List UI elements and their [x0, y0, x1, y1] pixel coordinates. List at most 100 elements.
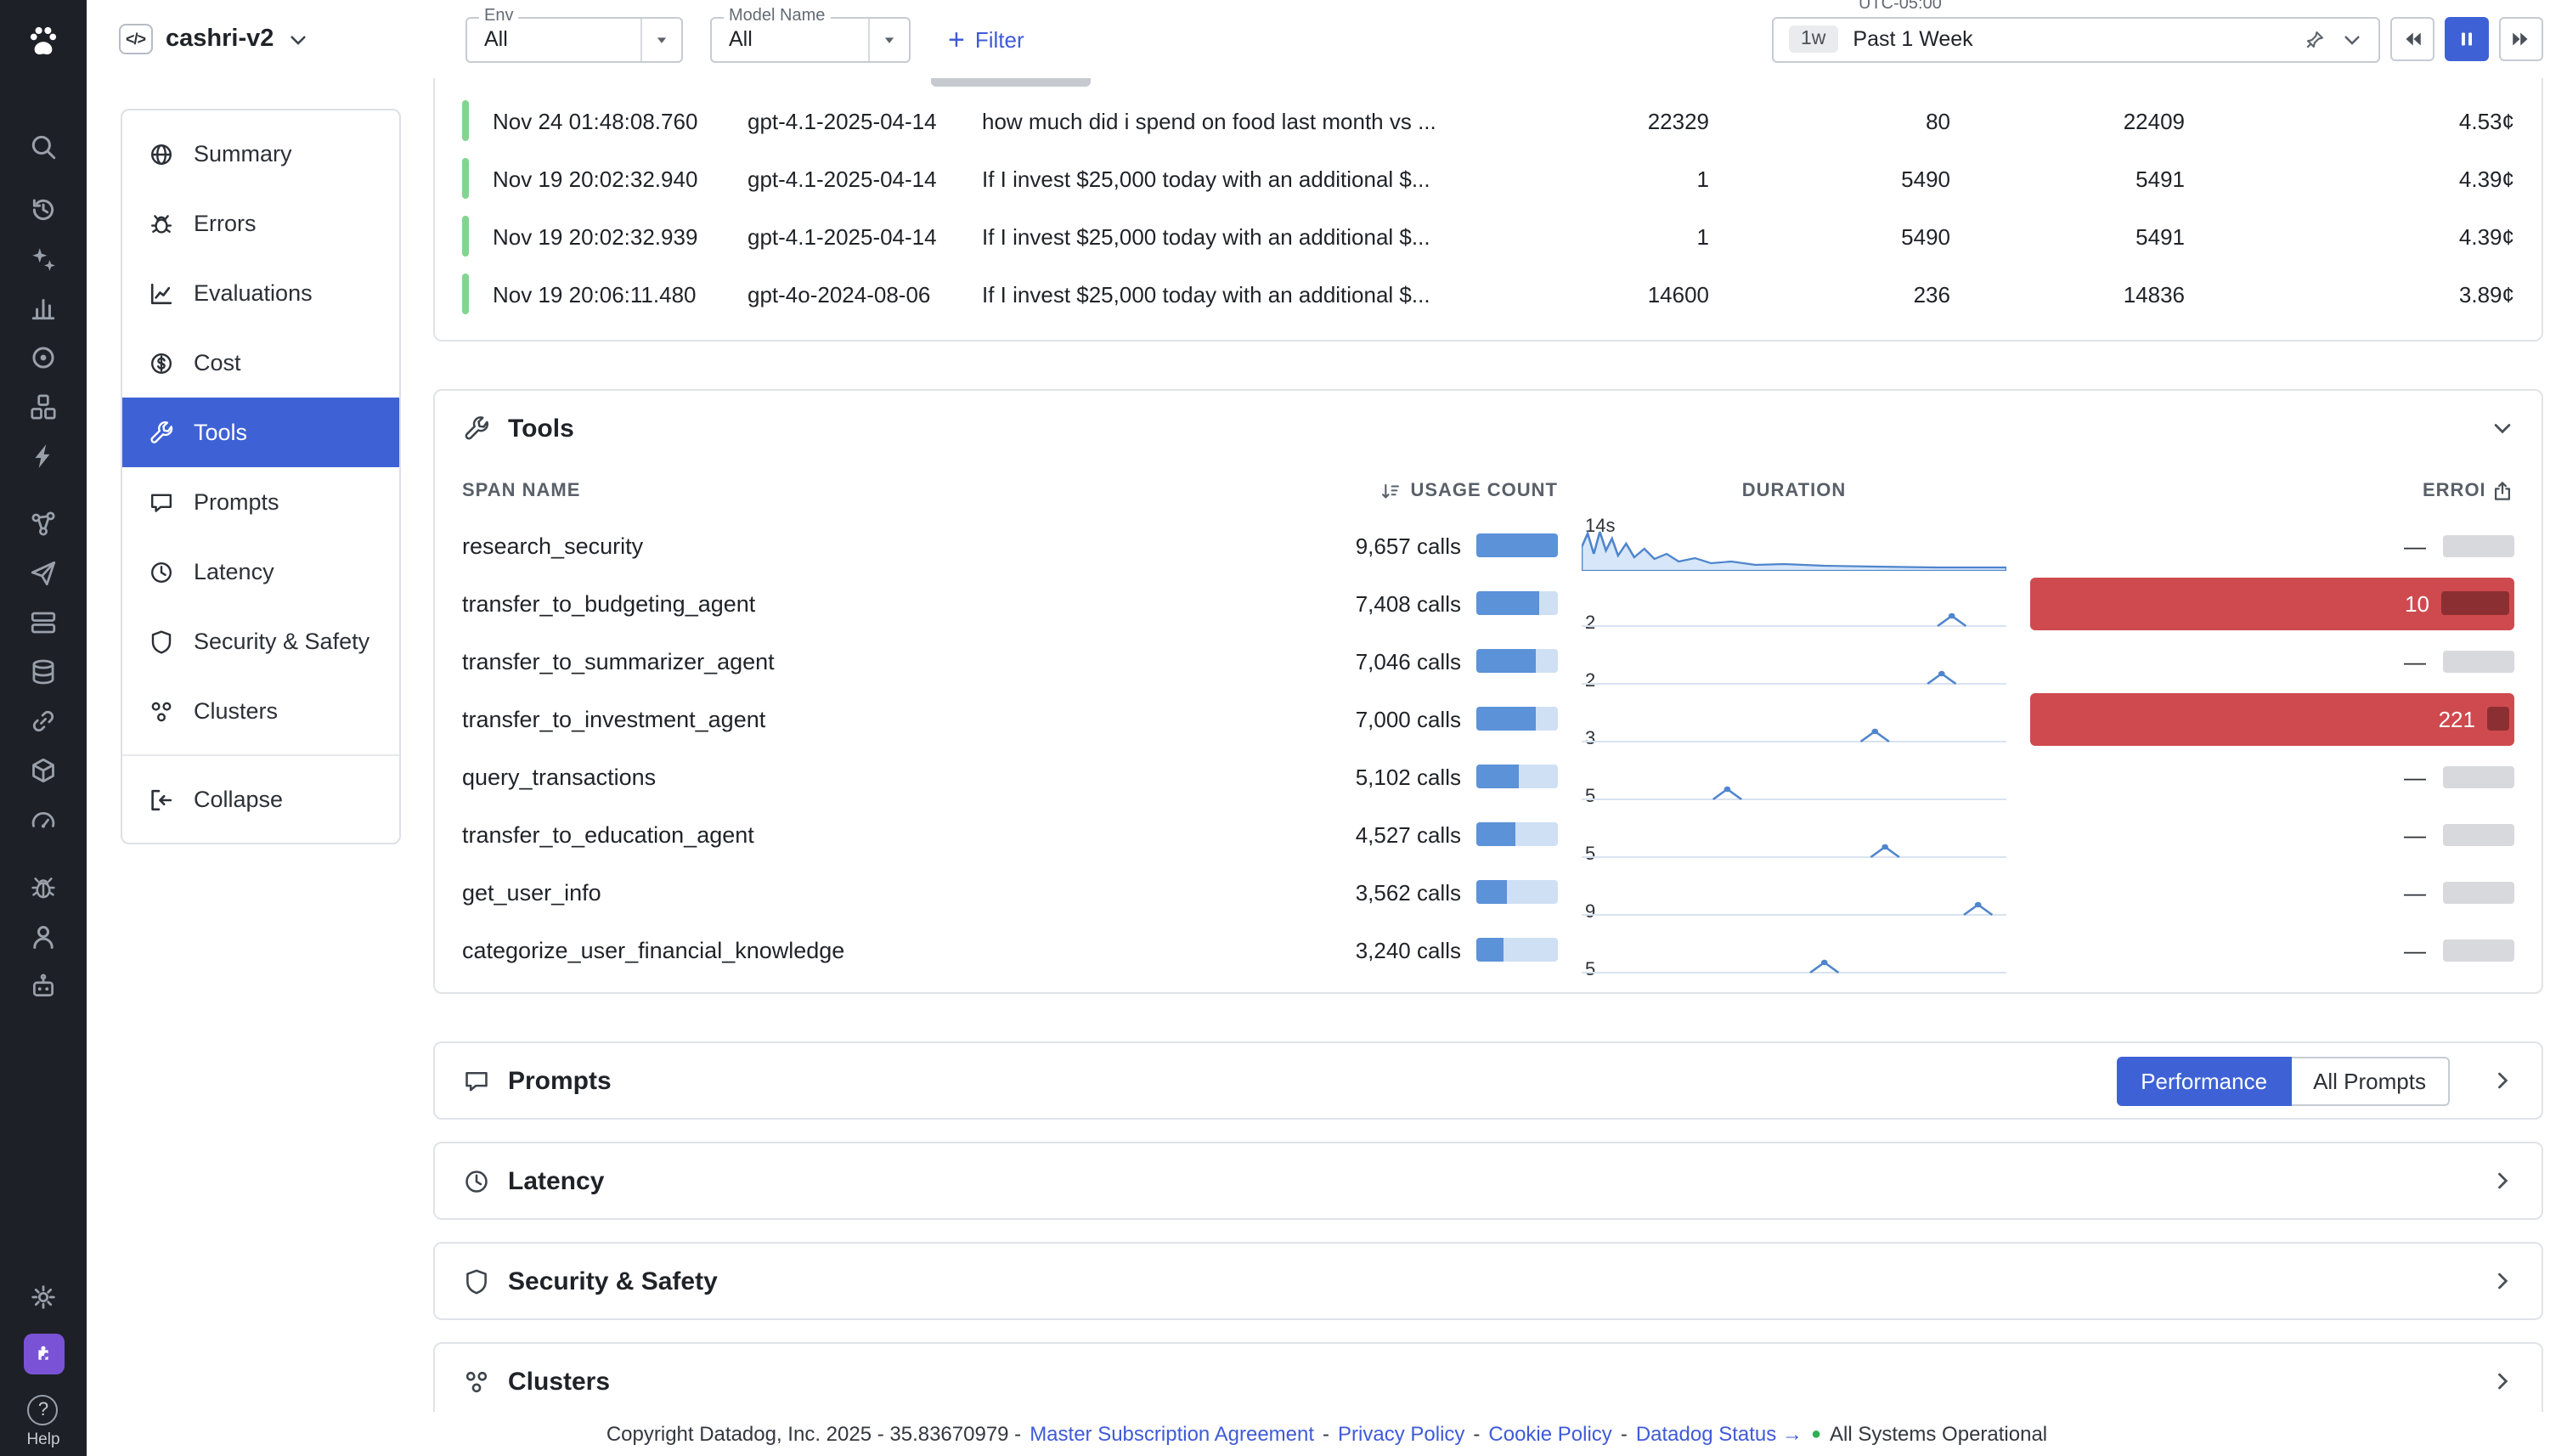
- package-icon[interactable]: [20, 746, 67, 795]
- column-header-usage-count[interactable]: USAGE COUNT: [1133, 480, 1558, 502]
- question-icon: ?: [28, 1395, 59, 1425]
- datadog-logo[interactable]: [20, 15, 67, 65]
- sidebar-item-security-safety[interactable]: Security & Safety: [122, 607, 399, 676]
- collapse-icon: [148, 786, 175, 813]
- table-row[interactable]: Nov 19 20:06:11.480gpt-4o-2024-08-06If I…: [435, 265, 2542, 323]
- toggle-performance[interactable]: Performance: [2117, 1056, 2291, 1105]
- user-avatar[interactable]: [23, 1334, 64, 1374]
- time-forward-button[interactable]: [2499, 17, 2543, 61]
- chevron-right-icon[interactable]: [2491, 1369, 2514, 1393]
- app-switcher[interactable]: </> cashri-v2: [119, 24, 445, 54]
- bug-icon[interactable]: [20, 863, 67, 912]
- pause-button[interactable]: [2445, 17, 2489, 61]
- cubes-icon[interactable]: [20, 382, 67, 432]
- export-icon[interactable]: [2491, 479, 2514, 503]
- chevron-right-icon[interactable]: [2491, 1269, 2514, 1293]
- sidebar-item-prompts[interactable]: Prompts: [122, 467, 399, 537]
- sidebar-item-clusters[interactable]: Clusters: [122, 676, 399, 746]
- rows-icon[interactable]: [20, 598, 67, 647]
- add-filter-button[interactable]: + Filter: [948, 25, 1024, 54]
- tool-span-name[interactable]: query_transactions: [462, 764, 1109, 789]
- sidebar-item-cost[interactable]: Cost: [122, 328, 399, 398]
- tool-span-name[interactable]: transfer_to_education_agent: [462, 821, 1109, 847]
- link-icon[interactable]: [20, 697, 67, 746]
- model-name-select[interactable]: Model Name All: [710, 16, 911, 62]
- traces-table-card: Nov 24 01:48:08.760gpt-4.1-2025-04-14how…: [433, 78, 2543, 341]
- database-icon[interactable]: [20, 647, 67, 697]
- chevron-right-icon[interactable]: [2491, 1069, 2514, 1092]
- help-button[interactable]: ? Help: [26, 1395, 59, 1449]
- chevron-down-icon: [287, 28, 309, 50]
- pin-icon[interactable]: [2304, 28, 2326, 50]
- chevron-right-icon[interactable]: [2491, 1169, 2514, 1193]
- sidebar-collapse-button[interactable]: Collapse: [122, 765, 399, 834]
- trace-timestamp: Nov 24 01:48:08.760: [493, 108, 748, 133]
- plus-icon: +: [948, 25, 965, 54]
- footer-link[interactable]: Master Subscription Agreement: [1030, 1422, 1314, 1446]
- time-backward-button[interactable]: [2390, 17, 2434, 61]
- graph-nodes-icon[interactable]: [20, 499, 67, 549]
- trace-timestamp: Nov 19 20:02:32.939: [493, 223, 748, 249]
- paper-plane-icon[interactable]: [20, 549, 67, 598]
- search-icon[interactable]: [20, 122, 67, 172]
- tool-span-name[interactable]: transfer_to_budgeting_agent: [462, 590, 1109, 616]
- time-range-tag: 1w: [1789, 25, 1837, 53]
- env-select[interactable]: Env All: [465, 16, 683, 62]
- duration-cell: 5: [1582, 748, 2006, 805]
- trace-output-tokens: 80: [1709, 108, 1950, 133]
- table-row[interactable]: transfer_to_summarizer_agent7,046 calls2…: [435, 632, 2542, 690]
- column-header-span-name[interactable]: SPAN NAME: [462, 481, 1109, 501]
- lightning-icon[interactable]: [20, 432, 67, 481]
- table-row[interactable]: get_user_info3,562 calls9—: [435, 863, 2542, 921]
- error-bar-empty: [2443, 881, 2514, 903]
- trace-input-tokens: 1: [1492, 223, 1709, 249]
- sidebar-item-errors[interactable]: Errors: [122, 189, 399, 258]
- target-icon[interactable]: [20, 333, 67, 382]
- time-range-picker[interactable]: UTC-05:00 1w Past 1 Week: [1772, 16, 2380, 62]
- usage-count-label: 3,562 calls: [1356, 879, 1461, 905]
- table-row[interactable]: research_security9,657 calls14s—: [435, 516, 2542, 574]
- table-row[interactable]: transfer_to_investment_agent7,000 calls3…: [435, 690, 2542, 748]
- table-row[interactable]: Nov 19 20:02:32.940gpt-4.1-2025-04-14If …: [435, 150, 2542, 207]
- tool-span-name[interactable]: transfer_to_investment_agent: [462, 706, 1109, 731]
- top-bar: </> cashri-v2 Env All Model Name All + F…: [87, 0, 2567, 78]
- sidebar-item-summary[interactable]: Summary: [122, 119, 399, 189]
- sparkles-icon[interactable]: [20, 234, 67, 284]
- latency-section-header[interactable]: Latency: [435, 1143, 2542, 1218]
- table-row[interactable]: transfer_to_education_agent4,527 calls5—: [435, 805, 2542, 863]
- sidebar-item-latency[interactable]: Latency: [122, 537, 399, 607]
- gear-icon[interactable]: [20, 1273, 67, 1322]
- usage-bar: [1476, 938, 1558, 962]
- tool-span-name[interactable]: get_user_info: [462, 879, 1109, 905]
- table-row[interactable]: Nov 19 20:02:32.939gpt-4.1-2025-04-14If …: [435, 207, 2542, 265]
- gauge-icon[interactable]: [20, 795, 67, 844]
- collapse-chevron-icon[interactable]: [2491, 416, 2514, 440]
- clusters-section-header[interactable]: Clusters: [435, 1344, 2542, 1419]
- sidebar-item-evaluations[interactable]: Evaluations: [122, 258, 399, 328]
- duration-sparkline: [1582, 751, 2006, 802]
- tool-span-name[interactable]: categorize_user_financial_knowledge: [462, 937, 1109, 962]
- bar-chart-icon[interactable]: [20, 284, 67, 333]
- scrollbar-thumb[interactable]: [931, 78, 1091, 87]
- prompts-section-header[interactable]: Prompts Performance All Prompts: [435, 1043, 2542, 1118]
- footer-link[interactable]: Privacy Policy: [1338, 1422, 1464, 1446]
- footer-link[interactable]: Cookie Policy: [1488, 1422, 1611, 1446]
- security-safety-section-header[interactable]: Security & Safety: [435, 1244, 2542, 1318]
- sidebar-item-tools[interactable]: Tools: [122, 398, 399, 467]
- table-row[interactable]: categorize_user_financial_knowledge3,240…: [435, 921, 2542, 979]
- tool-span-name[interactable]: transfer_to_summarizer_agent: [462, 648, 1109, 674]
- error-bar-empty: [2443, 765, 2514, 787]
- agent-icon[interactable]: [20, 912, 67, 962]
- robot-icon[interactable]: [20, 962, 67, 1011]
- table-row[interactable]: query_transactions5,102 calls5—: [435, 748, 2542, 805]
- table-row[interactable]: transfer_to_budgeting_agent7,408 calls21…: [435, 574, 2542, 632]
- chevron-down-icon[interactable]: [2341, 28, 2363, 50]
- column-header-duration[interactable]: DURATION: [1582, 481, 2006, 501]
- footer-link[interactable]: Datadog Status →: [1636, 1422, 1803, 1446]
- history-icon[interactable]: [20, 185, 67, 234]
- tool-span-name[interactable]: research_security: [462, 533, 1109, 558]
- toggle-all-prompts[interactable]: All Prompts: [2291, 1056, 2450, 1105]
- tools-section-header[interactable]: Tools: [435, 391, 2542, 466]
- table-row[interactable]: Nov 24 01:48:08.760gpt-4.1-2025-04-14how…: [435, 92, 2542, 150]
- column-header-errors[interactable]: ERRORS: [2030, 479, 2514, 503]
